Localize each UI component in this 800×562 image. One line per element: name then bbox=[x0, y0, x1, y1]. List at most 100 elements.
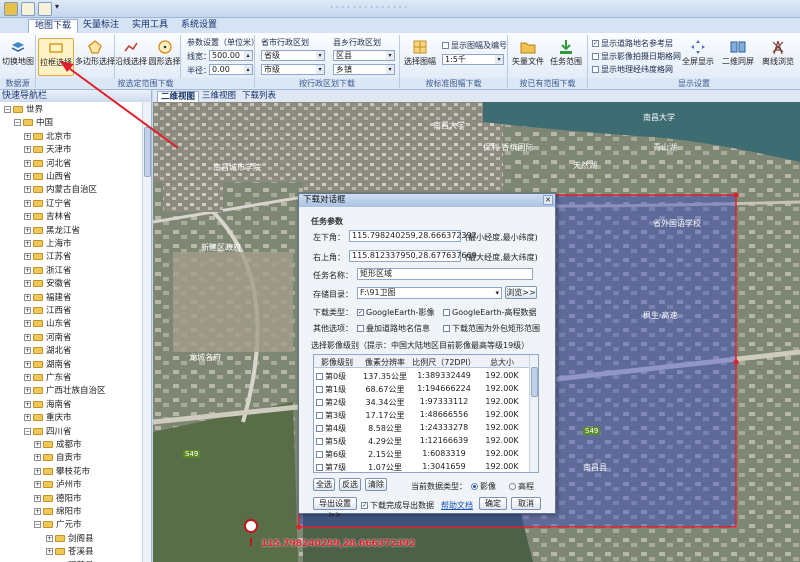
level-cell: 第7级 bbox=[325, 463, 347, 472]
checkbox-checked-icon[interactable]: ✓ bbox=[357, 309, 364, 316]
task-name-input[interactable]: 矩形区域 bbox=[357, 268, 533, 280]
select-all-button[interactable]: 全选 bbox=[313, 478, 335, 491]
checkbox-icon[interactable] bbox=[316, 464, 323, 471]
browse-button[interactable]: 浏览>> bbox=[505, 286, 537, 299]
radio-icon[interactable] bbox=[509, 483, 516, 490]
level-checkbox-cell: 第3级 bbox=[316, 410, 358, 421]
checkbox-icon[interactable] bbox=[316, 399, 323, 406]
lower-left-input[interactable]: 115.798240259,28.666372392 bbox=[349, 230, 477, 242]
type-elevation-label: GoogleEarth-高程数据 bbox=[452, 308, 537, 317]
size-cell: 192.00K bbox=[485, 462, 519, 471]
export-settings-button[interactable]: 导出设置>> bbox=[313, 497, 357, 519]
level-checkbox-cell: 第1级 bbox=[316, 384, 358, 395]
table-row[interactable]: 第2级 34.34公里 1:97333112 192.00K bbox=[314, 395, 530, 408]
help-link[interactable]: 帮助文档 bbox=[441, 500, 473, 511]
level-checkbox-cell: 第5级 bbox=[316, 436, 358, 447]
level-cell: 第6级 bbox=[325, 450, 347, 459]
dialog-title: 下载对话框 bbox=[299, 194, 555, 207]
resolution-cell: 1.07公里 bbox=[368, 463, 402, 472]
table-row[interactable]: 第0级 137.35公里 1:389332449 192.00K bbox=[314, 369, 530, 382]
data-type-label: 当前数据类型： bbox=[411, 482, 467, 491]
size-cell: 192.00K bbox=[485, 449, 519, 458]
table-row[interactable]: 第7级 1.07公里 1:3041659 192.00K bbox=[314, 460, 530, 472]
download-type-label: 下载类型： bbox=[313, 308, 353, 317]
scale-cell: 1:12166639 bbox=[419, 436, 469, 445]
column-header: 影像级别 bbox=[321, 358, 353, 367]
table-row[interactable]: 第3级 17.17公里 1:48666556 192.00K bbox=[314, 408, 530, 421]
checkbox-icon[interactable] bbox=[316, 438, 323, 445]
radio-elevation-label: 高程 bbox=[518, 482, 534, 491]
download-dialog: 下载对话框 ✕ 任务参数 左下角： 115.798240259,28.66637… bbox=[298, 193, 556, 519]
radio-image-label: 影像 bbox=[480, 482, 496, 491]
ok-button[interactable]: 确定 bbox=[479, 497, 507, 510]
checkbox-icon[interactable] bbox=[316, 412, 323, 419]
size-cell: 192.00K bbox=[485, 371, 519, 380]
level-cell: 第0级 bbox=[325, 372, 347, 381]
column-header: 总大小 bbox=[490, 358, 514, 367]
storage-dir-select[interactable]: F:\91卫图 ▾ bbox=[357, 287, 502, 299]
task-section-title: 任务参数 bbox=[311, 217, 343, 226]
scale-cell: 1:6083319 bbox=[422, 449, 466, 458]
level-cell: 第3级 bbox=[325, 411, 347, 420]
type-image-option[interactable]: ✓ GoogleEarth-影像 bbox=[357, 307, 435, 318]
upper-right-input[interactable]: 115.812337950,28.677637669 bbox=[349, 250, 477, 262]
lower-left-label: 左下角： bbox=[313, 233, 345, 242]
checkbox-icon[interactable] bbox=[443, 309, 450, 316]
scale-cell: 1:3041659 bbox=[422, 462, 466, 471]
export-after-option[interactable]: ✓ 下载完成导出数据 bbox=[361, 500, 434, 511]
chevron-down-icon[interactable]: ▾ bbox=[495, 288, 499, 298]
clear-button[interactable]: 清除 bbox=[365, 478, 387, 491]
resolution-cell: 8.58公里 bbox=[368, 424, 402, 433]
table-row[interactable]: 第6级 2.15公里 1:6083319 192.00K bbox=[314, 447, 530, 460]
checkbox-icon[interactable] bbox=[443, 325, 450, 332]
storage-dir-value: F:\91卫图 bbox=[360, 288, 396, 297]
scroll-thumb[interactable] bbox=[531, 367, 538, 397]
resolution-cell: 34.34公里 bbox=[365, 398, 405, 407]
export-after-label: 下载完成导出数据 bbox=[370, 501, 434, 510]
checkbox-icon[interactable] bbox=[316, 373, 323, 380]
table-scrollbar[interactable] bbox=[529, 355, 538, 472]
checkbox-checked-icon[interactable]: ✓ bbox=[361, 502, 368, 509]
column-header: 比例尺（72DPI） bbox=[412, 358, 476, 367]
level-checkbox-cell: 第6级 bbox=[316, 449, 358, 460]
checkbox-icon[interactable] bbox=[357, 325, 364, 332]
column-header: 像素分辨率 bbox=[365, 358, 405, 367]
resolution-cell: 137.35公里 bbox=[363, 372, 407, 381]
level-checkbox-cell: 第0级 bbox=[316, 371, 358, 382]
other-options-label: 其他选项： bbox=[313, 324, 353, 333]
checkbox-icon[interactable] bbox=[316, 451, 323, 458]
level-cell: 第2级 bbox=[325, 398, 347, 407]
close-icon[interactable]: ✕ bbox=[543, 195, 553, 205]
clip-rect-option[interactable]: 下载范围为外包矩形范围 bbox=[443, 323, 540, 334]
level-cell: 第1级 bbox=[325, 385, 347, 394]
upper-right-hint: (最大经度,最大纬度) bbox=[465, 253, 538, 262]
checkbox-icon[interactable] bbox=[316, 425, 323, 432]
overlay-roads-label: 叠加道路地名信息 bbox=[366, 324, 430, 333]
type-elevation-option[interactable]: GoogleEarth-高程数据 bbox=[443, 307, 537, 318]
task-name-label: 任务名称： bbox=[313, 271, 353, 280]
cancel-button[interactable]: 取消 bbox=[511, 497, 541, 510]
radio-image-option[interactable]: 影像 bbox=[471, 481, 496, 492]
resolution-cell: 17.17公里 bbox=[365, 411, 405, 420]
resolution-cell: 68.67公里 bbox=[365, 385, 405, 394]
level-table: 影像级别 像素分辨率 比例尺（72DPI） 总大小 第0级 137.35公里 1:3… bbox=[313, 354, 539, 473]
clip-rect-label: 下载范围为外包矩形范围 bbox=[452, 324, 540, 333]
checkbox-icon[interactable] bbox=[316, 386, 323, 393]
size-cell: 192.00K bbox=[485, 423, 519, 432]
invert-button[interactable]: 反选 bbox=[339, 478, 361, 491]
table-header: 影像级别 像素分辨率 比例尺（72DPI） 总大小 bbox=[314, 355, 530, 368]
size-cell: 192.00K bbox=[485, 397, 519, 406]
radio-elevation-option[interactable]: 高程 bbox=[509, 481, 534, 492]
table-row[interactable]: 第5级 4.29公里 1:12166639 192.00K bbox=[314, 434, 530, 447]
level-checkbox-cell: 第2级 bbox=[316, 397, 358, 408]
table-row[interactable]: 第1级 68.67公里 1:194666224 192.00K bbox=[314, 382, 530, 395]
radio-selected-icon[interactable] bbox=[471, 483, 478, 490]
overlay-roads-option[interactable]: 叠加道路地名信息 bbox=[357, 323, 430, 334]
resolution-cell: 4.29公里 bbox=[368, 437, 402, 446]
level-checkbox-cell: 第7级 bbox=[316, 462, 358, 472]
lower-left-hint: (最小经度,最小纬度) bbox=[465, 233, 538, 242]
level-cell: 第5级 bbox=[325, 437, 347, 446]
table-row[interactable]: 第4级 8.58公里 1:24333278 192.00K bbox=[314, 421, 530, 434]
scale-cell: 1:24333278 bbox=[419, 423, 469, 432]
storage-dir-label: 存储目录： bbox=[313, 290, 353, 299]
